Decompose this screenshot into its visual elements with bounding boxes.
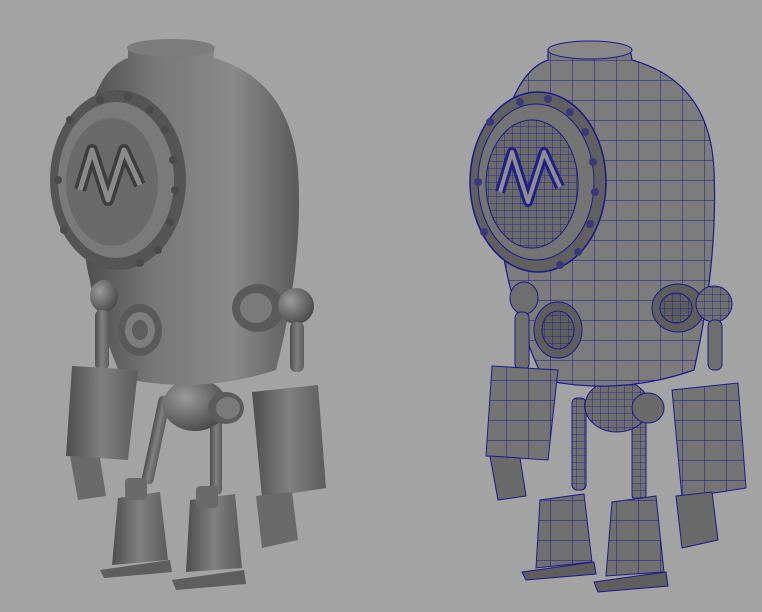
shaded-side-dial xyxy=(118,304,162,356)
wire-right-leg xyxy=(593,407,669,593)
viewport-canvas[interactable] xyxy=(0,0,762,612)
shaded-porthole xyxy=(50,90,186,270)
wire-side-dial xyxy=(533,301,583,359)
shaded-robot[interactable] xyxy=(50,39,326,590)
shaded-hip xyxy=(163,379,244,431)
wire-porthole xyxy=(469,91,607,273)
wire-hip xyxy=(584,379,665,433)
shaded-right-leg xyxy=(172,405,246,590)
wireframe-robot[interactable] xyxy=(469,40,747,593)
3d-viewport[interactable] xyxy=(0,0,762,612)
